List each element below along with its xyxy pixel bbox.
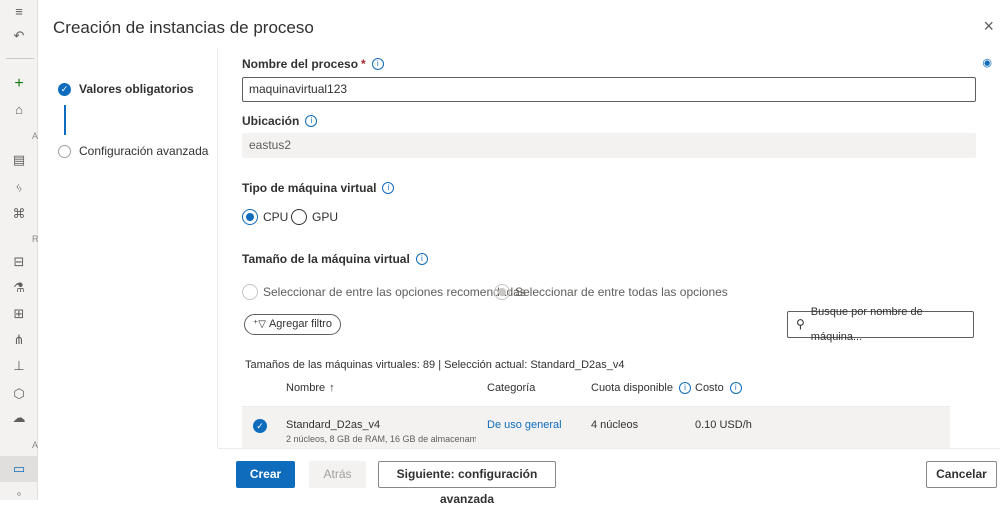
- cloud-icon[interactable]: ☁: [11, 410, 27, 426]
- new-plus-icon[interactable]: +: [11, 76, 27, 92]
- vm-cost-cell: 0.10 USD/h: [695, 419, 752, 431]
- compute-name-label: Nombre del proceso * i: [242, 57, 384, 71]
- radio-label: GPU: [312, 210, 339, 224]
- designer-icon[interactable]: ⌘: [11, 206, 27, 222]
- package-icon[interactable]: ⬡: [11, 386, 27, 402]
- info-icon[interactable]: i: [371, 58, 384, 70]
- vm-type-gpu-radio[interactable]: GPU: [291, 209, 338, 225]
- radio-label: Seleccionar de entre las opciones recome…: [263, 285, 526, 299]
- step-progress-line: [64, 105, 66, 135]
- vm-size-label: Tamaño de la máquina virtual i: [242, 252, 428, 266]
- header-label: Costo: [695, 382, 724, 394]
- vm-type-cpu-radio[interactable]: CPU: [242, 209, 288, 225]
- vm-type-label: Tipo de máquina virtual i: [242, 181, 395, 195]
- info-icon[interactable]: i: [305, 115, 318, 127]
- step-circle-icon: [58, 144, 71, 158]
- button-label: Agregar filtro: [268, 318, 332, 330]
- compute-form: Nombre del proceso * i ◉ maquinavirtual1…: [242, 48, 994, 448]
- vm-size-all-radio[interactable]: Seleccionar de entre todas las opciones: [494, 284, 728, 300]
- column-header-cost[interactable]: Costo i: [695, 382, 742, 394]
- header-label: Cuota disponible: [591, 382, 673, 394]
- checkmark-icon: ✓: [58, 82, 71, 96]
- step-required-values[interactable]: ✓ Valores obligatorios: [58, 82, 194, 96]
- filter-icon: ⁺▽: [253, 319, 266, 330]
- row-selected-checkmark-icon[interactable]: ✓: [253, 419, 267, 433]
- panel-title: Creación de instancias de proceso: [53, 18, 314, 37]
- experiments-icon[interactable]: ⚗: [11, 280, 27, 296]
- header-label: Nombre: [286, 382, 326, 394]
- label-text: Tamaño de la máquina virtual: [242, 252, 410, 266]
- vm-size-summary: Tamaños de las máquinas virtuales: 89 | …: [245, 359, 625, 371]
- notebook-icon[interactable]: ▤: [11, 152, 27, 168]
- datasets-icon[interactable]: ⊟: [11, 254, 27, 270]
- add-filter-button[interactable]: ⁺▽ Agregar filtro: [244, 314, 341, 335]
- location-field: eastus2: [242, 133, 976, 158]
- sort-ascending-icon: ↑: [329, 382, 335, 394]
- step-label: Valores obligatorios: [79, 82, 194, 96]
- column-header-name[interactable]: Nombre ↑: [286, 382, 335, 394]
- automl-icon[interactable]: ᛃ: [11, 180, 27, 196]
- compute-icon[interactable]: ▭: [11, 461, 27, 477]
- next-advanced-button[interactable]: Siguiente: configuración avanzada: [378, 461, 556, 506]
- machine-search-input[interactable]: ⚲ Busque por nombre de máquina...: [787, 306, 974, 343]
- info-icon[interactable]: i: [415, 253, 428, 265]
- cancel-button[interactable]: Cancelar: [926, 461, 997, 488]
- vm-name-cell: Standard_D2as_v4: [286, 419, 381, 431]
- label-text: Ubicación: [242, 114, 300, 128]
- search-icon: ⚲: [796, 317, 805, 331]
- label-text: Tipo de máquina virtual: [242, 181, 377, 195]
- step-advanced-settings[interactable]: Configuración avanzada: [58, 144, 208, 158]
- label-text: Nombre del proceso: [242, 57, 359, 71]
- info-icon[interactable]: i: [382, 182, 395, 194]
- vm-details-cell: 2 núcleos, 8 GB de RAM, 16 GB de almacen…: [286, 434, 476, 444]
- column-header-category[interactable]: Categoría: [487, 382, 535, 394]
- endpoints-icon[interactable]: ⊥: [11, 358, 27, 374]
- vm-quota-cell: 4 núcleos: [591, 419, 639, 431]
- vm-category-link[interactable]: De uso general: [487, 419, 562, 431]
- vm-size-recommended-radio[interactable]: Seleccionar de entre las opciones recome…: [242, 284, 526, 300]
- models-icon[interactable]: ⋔: [11, 332, 27, 348]
- pipelines-icon[interactable]: ⊞: [11, 306, 27, 322]
- info-icon[interactable]: i: [678, 382, 691, 394]
- radio-unselected-icon: [291, 209, 307, 225]
- required-marker: *: [361, 57, 366, 71]
- hamburger-menu-icon[interactable]: ≡: [11, 4, 27, 20]
- radio-unselected-icon: [242, 284, 258, 300]
- home-icon[interactable]: ⌂: [11, 102, 27, 118]
- info-icon[interactable]: i: [729, 382, 742, 394]
- back-icon[interactable]: ↶: [11, 28, 27, 44]
- column-header-quota[interactable]: Cuota disponible i: [591, 382, 691, 394]
- compute-name-input[interactable]: maquinavirtual123: [242, 77, 976, 102]
- panel-footer: Crear Atrás Siguiente: configuración ava…: [218, 448, 1000, 506]
- create-button[interactable]: Crear: [236, 461, 295, 488]
- rail-divider: [6, 58, 34, 59]
- table-row[interactable]: ✓ Standard_D2as_v4 2 núcleos, 8 GB de RA…: [242, 406, 950, 448]
- radio-label: Seleccionar de entre todas las opciones: [515, 285, 728, 299]
- radio-selected-icon: [242, 209, 258, 225]
- search-placeholder: Busque por nombre de máquina...: [810, 305, 923, 343]
- eye-icon[interactable]: ◉: [982, 56, 992, 69]
- radio-label: CPU: [263, 210, 289, 224]
- header-label: Categoría: [487, 382, 536, 394]
- close-icon[interactable]: ×: [983, 16, 994, 37]
- wizard-steps: ✓ Valores obligatorios Configuración ava…: [38, 48, 218, 448]
- location-label: Ubicación i: [242, 114, 318, 128]
- left-nav-rail: ≡ ↶ + ⌂ A ▤ ᛃ ⌘ R ⊟ ⚗ ⊞ ⋔ ⊥ ⬡ ☁ A ▭ ◦: [0, 0, 39, 501]
- radio-selected-icon: [494, 284, 510, 300]
- step-label: Configuración avanzada: [79, 144, 209, 158]
- back-button[interactable]: Atrás: [309, 461, 366, 488]
- create-compute-panel: Creación de instancias de proceso × ✓ Va…: [38, 0, 1000, 506]
